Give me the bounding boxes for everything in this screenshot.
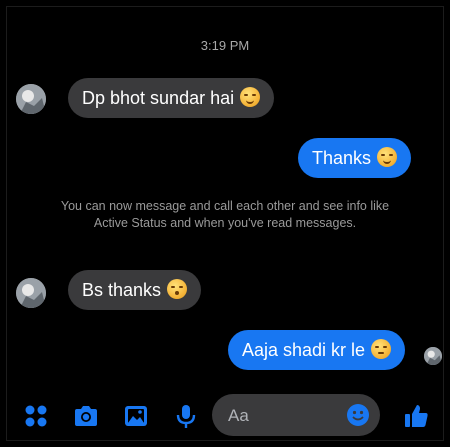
contact-avatar[interactable] <box>16 84 46 114</box>
image-icon[interactable] <box>122 402 150 430</box>
seen-receipt-avatar <box>424 347 442 365</box>
message-composer[interactable] <box>212 394 380 438</box>
grid-menu-icon[interactable] <box>22 402 50 430</box>
contact-avatar[interactable] <box>16 278 46 308</box>
smiling-face-icon <box>240 87 261 107</box>
emoji-icon[interactable] <box>346 403 370 427</box>
message-bubble-incoming[interactable]: Bs thanks <box>68 270 202 310</box>
slightly-frowning-face-icon <box>371 339 392 359</box>
surprised-face-icon <box>167 279 188 299</box>
message-text: Dp bhot sundar hai <box>82 88 235 108</box>
message-text: Bs thanks <box>82 280 162 300</box>
microphone-icon[interactable] <box>172 402 200 430</box>
message-input[interactable] <box>226 394 340 438</box>
avatar-photo-icon <box>16 84 46 114</box>
connection-info-text: You can now message and call each other … <box>60 199 390 230</box>
camera-icon[interactable] <box>72 402 100 430</box>
avatar-photo-icon <box>16 278 46 308</box>
message-timestamp: 3:19 PM <box>200 38 250 53</box>
message-text: Thanks <box>312 148 372 168</box>
message-bubble-incoming[interactable]: Dp bhot sundar hai <box>68 78 275 118</box>
message-bubble-outgoing[interactable]: Thanks <box>298 138 412 178</box>
avatar-photo-icon <box>424 347 442 365</box>
smiling-face-icon <box>377 147 398 167</box>
thumbs-up-icon[interactable] <box>402 402 430 430</box>
message-bubble-outgoing[interactable]: Aaja shadi kr le <box>228 330 406 370</box>
message-text: Aaja shadi kr le <box>242 340 366 360</box>
